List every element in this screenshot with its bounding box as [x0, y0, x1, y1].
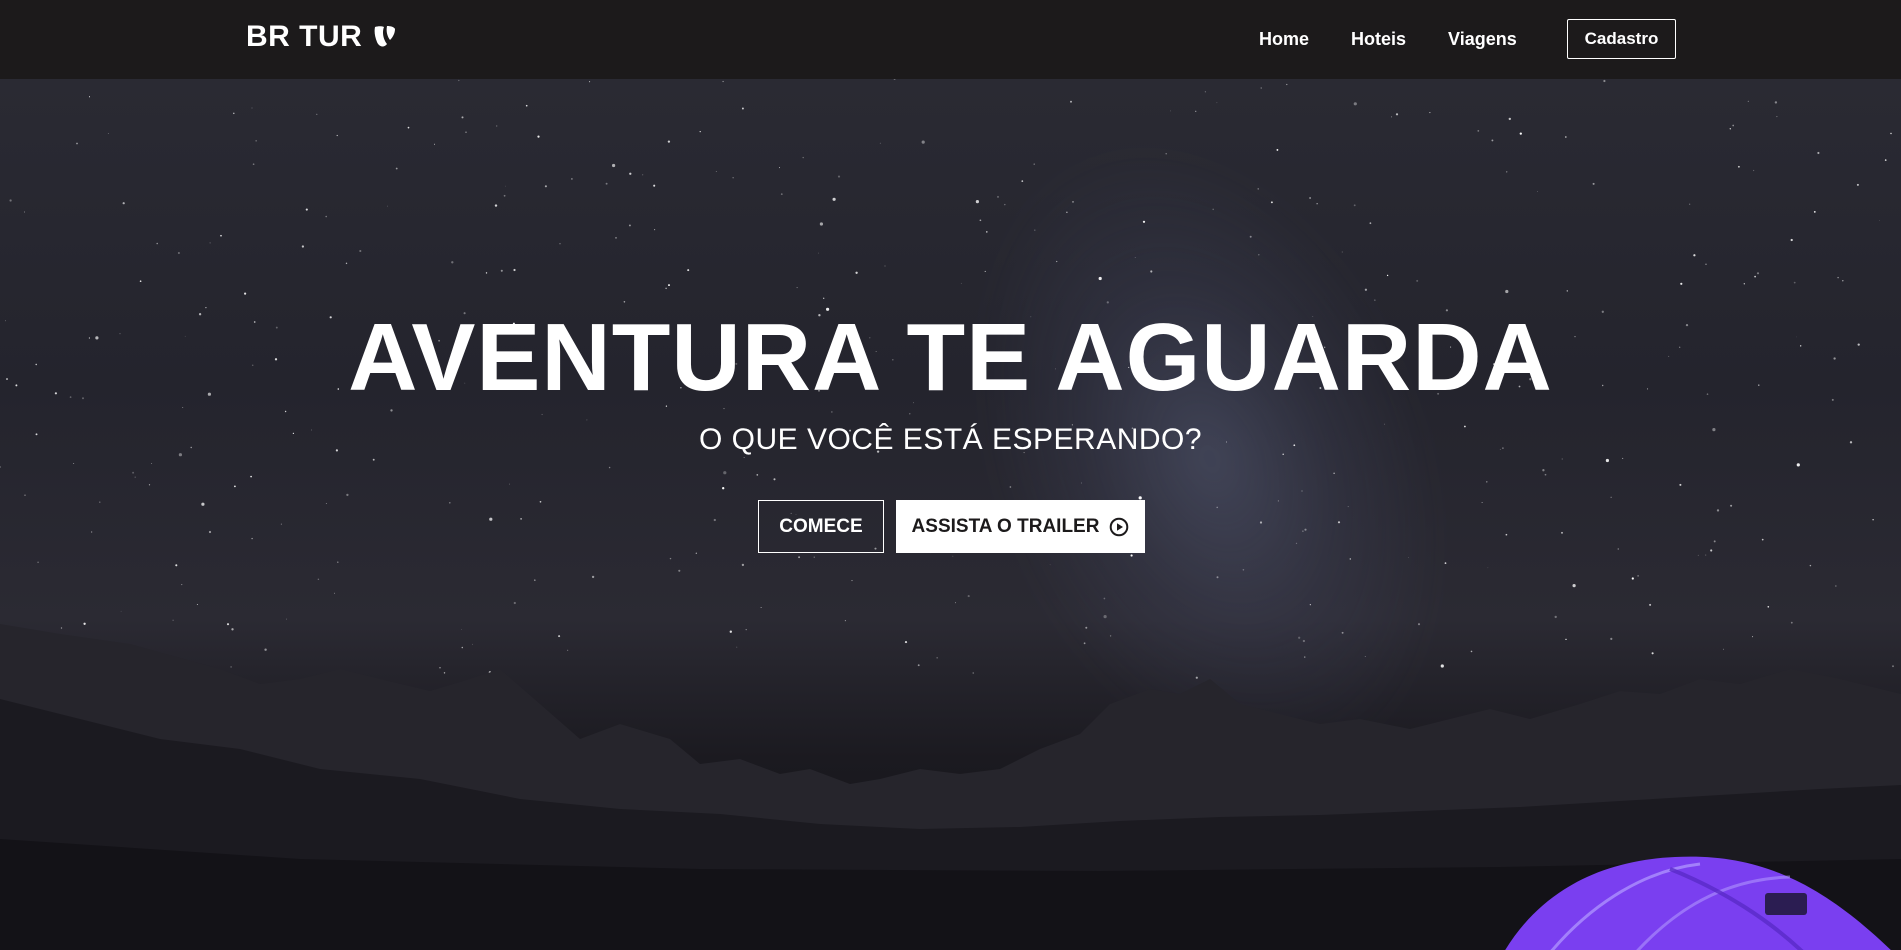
- hero-section: AVENTURA TE AGUARDA O QUE VOCÊ ESTÁ ESPE…: [0, 79, 1901, 950]
- brand-logo[interactable]: BR TUR: [246, 20, 398, 54]
- main-nav: Home Hoteis Viagens: [1259, 29, 1517, 50]
- navbar: BR TUR Home Hoteis Viagens Cadastro: [0, 0, 1901, 79]
- watch-trailer-button[interactable]: ASSISTA O TRAILER: [896, 500, 1145, 553]
- nav-home[interactable]: Home: [1259, 29, 1309, 50]
- nav-viagens[interactable]: Viagens: [1448, 29, 1517, 50]
- typo3-logo-icon: [374, 26, 396, 47]
- comece-button[interactable]: COMECE: [758, 500, 884, 553]
- nav-hoteis[interactable]: Hoteis: [1351, 29, 1406, 50]
- hero-cta-group: COMECE ASSISTA O TRAILER: [758, 500, 1145, 553]
- hero-content: AVENTURA TE AGUARDA O QUE VOCÊ ESTÁ ESPE…: [0, 79, 1901, 950]
- signup-button[interactable]: Cadastro: [1567, 19, 1676, 59]
- hero-subheadline: O QUE VOCÊ ESTÁ ESPERANDO?: [698, 423, 1203, 456]
- hero-headline: AVENTURA TE AGUARDA: [348, 304, 1553, 411]
- watch-trailer-label: ASSISTA O TRAILER: [911, 515, 1100, 537]
- brand-name: BR TUR: [246, 20, 363, 53]
- play-circle-icon: [1110, 517, 1129, 536]
